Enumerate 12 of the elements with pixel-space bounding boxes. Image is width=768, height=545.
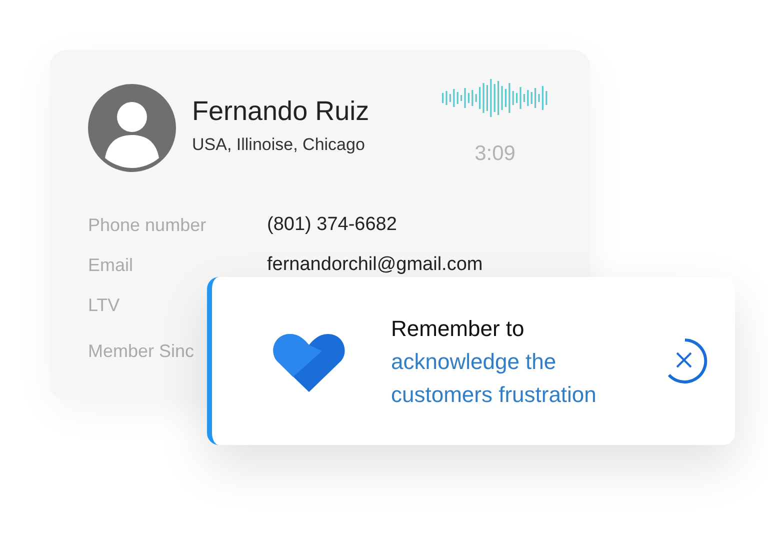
field-label: LTV (88, 294, 121, 317)
toast-message: acknowledge the customers frustration (391, 348, 598, 408)
field-label: Phone number (88, 214, 208, 237)
contact-location: USA, Illinoise, Chicago (192, 134, 366, 156)
call-duration: 3:09 (474, 141, 516, 167)
field-value: (801) 374-6682 (267, 213, 397, 237)
field-label: Email (88, 254, 134, 277)
field-label: Member Sinc (88, 340, 196, 363)
toast-title: Remember to (391, 314, 526, 342)
contact-name: Fernando Ruiz (192, 95, 370, 128)
field-value: fernandorchil@gmail.com (267, 253, 483, 277)
avatar-icon (88, 84, 176, 172)
